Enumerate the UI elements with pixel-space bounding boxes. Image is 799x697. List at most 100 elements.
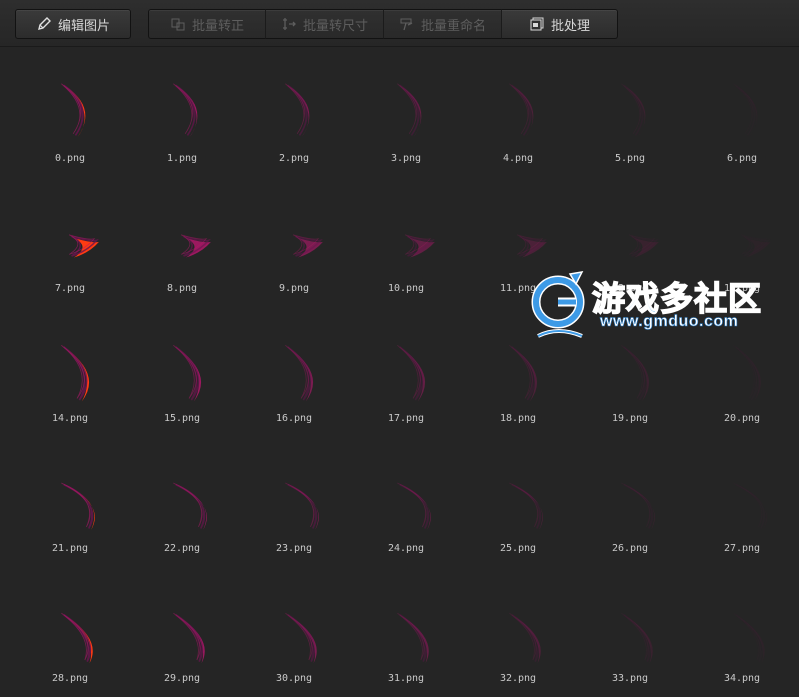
batch-process-label: 批处理 <box>550 18 590 34</box>
thumbnail-item[interactable]: 7.png <box>14 177 126 307</box>
thumbnail-image <box>137 195 227 281</box>
batch-rename-button[interactable]: 批量重命名 <box>383 9 502 39</box>
thumbnail-image <box>473 585 563 671</box>
thumbnail-image <box>249 195 339 281</box>
watermark-logo: 游戏多社区 www.gmduo.com <box>530 268 799 342</box>
thumbnail-filename: 8.png <box>166 283 198 294</box>
thumbnail-item[interactable]: 22.png <box>126 437 238 567</box>
thumbnail-filename: 21.png <box>51 543 89 554</box>
thumbnail-image <box>137 585 227 671</box>
thumbnail-image <box>249 455 339 541</box>
thumbnail-image <box>361 65 451 151</box>
edit-image-button[interactable]: 编辑图片 <box>15 9 131 39</box>
thumbnail-image <box>249 325 339 411</box>
thumbnail-item[interactable]: 15.png <box>126 307 238 437</box>
thumbnail-filename: 20.png <box>723 413 761 424</box>
batch-rotate-label: 批量转正 <box>191 18 244 34</box>
thumbnail-item[interactable]: 27.png <box>686 437 798 567</box>
thumbnail-filename: 34.png <box>723 673 761 684</box>
thumbnail-item[interactable]: 34.png <box>686 567 798 697</box>
thumbnail-filename: 10.png <box>387 283 425 294</box>
thumbnail-filename: 25.png <box>499 543 537 554</box>
rename-icon <box>399 16 415 32</box>
thumbnail-filename: 0.png <box>54 153 86 164</box>
batch-icon <box>529 16 545 32</box>
thumbnail-item[interactable]: 31.png <box>350 567 462 697</box>
thumbnail-item[interactable]: 28.png <box>14 567 126 697</box>
thumbnail-image <box>361 195 451 281</box>
gmduo-logo-icon <box>531 271 585 338</box>
thumbnail-filename: 15.png <box>163 413 201 424</box>
thumbnail-item[interactable]: 30.png <box>238 567 350 697</box>
thumbnail-filename: 9.png <box>278 283 310 294</box>
thumbnail-item[interactable]: 23.png <box>238 437 350 567</box>
thumbnail-filename: 29.png <box>163 673 201 684</box>
thumbnail-image <box>361 455 451 541</box>
thumbnail-filename: 4.png <box>502 153 534 164</box>
thumbnail-image <box>25 325 115 411</box>
thumbnail-filename: 26.png <box>611 543 649 554</box>
resize-icon <box>281 16 297 32</box>
thumbnail-item[interactable]: 33.png <box>574 567 686 697</box>
thumbnail-filename: 2.png <box>278 153 310 164</box>
thumbnail-item[interactable]: 8.png <box>126 177 238 307</box>
thumbnail-image <box>361 325 451 411</box>
toolbar: 编辑图片 批量转正 批量转尺寸 批量重命名 批处理 <box>0 0 799 47</box>
thumbnail-filename: 24.png <box>387 543 425 554</box>
thumbnail-item[interactable]: 24.png <box>350 437 462 567</box>
thumbnail-item[interactable]: 16.png <box>238 307 350 437</box>
thumbnail-filename: 30.png <box>275 673 313 684</box>
thumbnail-filename: 28.png <box>51 673 89 684</box>
thumbnail-image <box>585 455 675 541</box>
thumbnail-filename: 1.png <box>166 153 198 164</box>
thumbnail-item[interactable]: 25.png <box>462 437 574 567</box>
watermark-url: www.gmduo.com <box>600 313 739 331</box>
thumbnail-item[interactable]: 14.png <box>14 307 126 437</box>
thumbnail-filename: 32.png <box>499 673 537 684</box>
thumbnail-image <box>25 455 115 541</box>
thumbnail-item[interactable]: 5.png <box>574 47 686 177</box>
thumbnail-filename: 16.png <box>275 413 313 424</box>
thumbnail-item[interactable]: 26.png <box>574 437 686 567</box>
thumbnail-item[interactable]: 4.png <box>462 47 574 177</box>
thumbnail-item[interactable]: 6.png <box>686 47 798 177</box>
thumbnail-image <box>25 195 115 281</box>
thumbnail-item[interactable]: 9.png <box>238 177 350 307</box>
thumbnail-item[interactable]: 1.png <box>126 47 238 177</box>
thumbnail-item[interactable]: 10.png <box>350 177 462 307</box>
thumbnail-filename: 17.png <box>387 413 425 424</box>
batch-rotate-button[interactable]: 批量转正 <box>148 9 266 39</box>
thumbnail-item[interactable]: 3.png <box>350 47 462 177</box>
thumbnail-filename: 5.png <box>614 153 646 164</box>
thumbnail-filename: 18.png <box>499 413 537 424</box>
thumbnail-image <box>697 455 787 541</box>
edit-image-label: 编辑图片 <box>57 18 110 34</box>
thumbnail-image <box>137 455 227 541</box>
batch-process-button[interactable]: 批处理 <box>501 9 618 39</box>
thumbnail-filename: 7.png <box>54 283 86 294</box>
thumbnail-filename: 33.png <box>611 673 649 684</box>
thumbnail-image <box>361 585 451 671</box>
thumbnail-filename: 22.png <box>163 543 201 554</box>
thumbnail-filename: 6.png <box>726 153 758 164</box>
thumbnail-item[interactable]: 0.png <box>14 47 126 177</box>
thumbnail-image <box>585 65 675 151</box>
batch-resize-button[interactable]: 批量转尺寸 <box>265 9 384 39</box>
thumbnail-filename: 14.png <box>51 413 89 424</box>
thumbnail-image <box>697 65 787 151</box>
thumbnail-image <box>137 65 227 151</box>
pencil-icon <box>36 16 52 32</box>
batch-resize-label: 批量转尺寸 <box>302 18 368 34</box>
batch-rename-label: 批量重命名 <box>420 18 486 34</box>
thumbnail-image <box>25 65 115 151</box>
thumbnail-image <box>473 65 563 151</box>
thumbnail-filename: 3.png <box>390 153 422 164</box>
thumbnail-item[interactable]: 2.png <box>238 47 350 177</box>
thumbnail-filename: 19.png <box>611 413 649 424</box>
thumbnail-filename: 23.png <box>275 543 313 554</box>
thumbnail-item[interactable]: 21.png <box>14 437 126 567</box>
thumbnail-item[interactable]: 32.png <box>462 567 574 697</box>
thumbnail-item[interactable]: 17.png <box>350 307 462 437</box>
thumbnail-item[interactable]: 29.png <box>126 567 238 697</box>
thumbnail-filename: 31.png <box>387 673 425 684</box>
